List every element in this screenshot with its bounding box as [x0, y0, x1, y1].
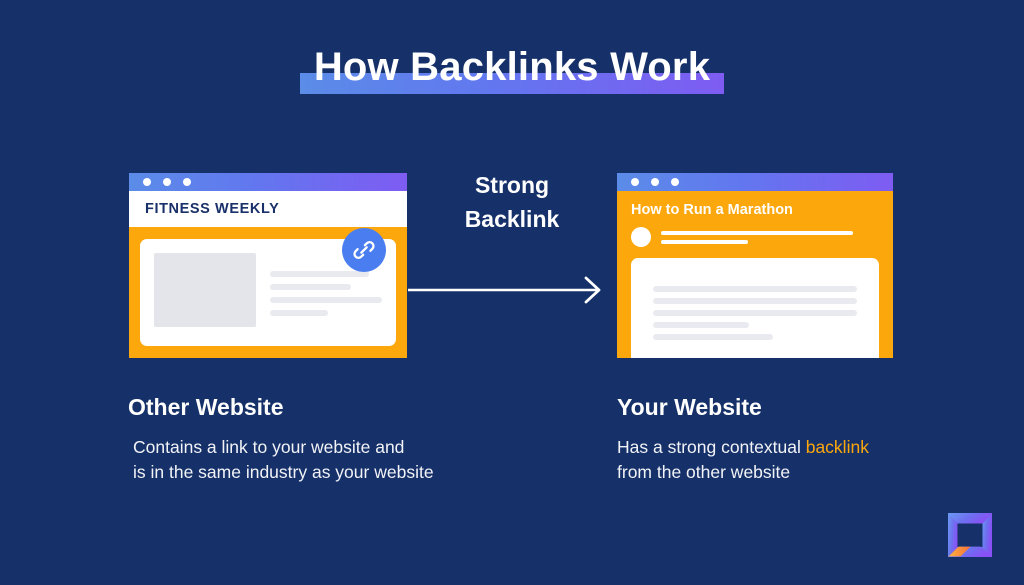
- connector-label: Strong Backlink: [412, 168, 612, 236]
- caption-title: Other Website: [128, 394, 284, 420]
- text-line: [653, 334, 774, 340]
- browser-window-other-website: FITNESS WEEKLY: [129, 173, 407, 358]
- window-body: How to Run a Marathon: [617, 191, 893, 358]
- caption-line-2: from the other website: [617, 462, 791, 482]
- caption-line-1: Contains a link to your website and: [133, 437, 405, 457]
- avatar: [631, 227, 651, 247]
- caption-body: Has a strong contextual backlink from th…: [617, 435, 987, 485]
- page-title-text: How Backlinks Work: [313, 45, 711, 89]
- window-dot-3: [183, 178, 191, 186]
- caption-your-website: Your Website Has a strong contextual bac…: [617, 394, 987, 485]
- connector-label-line2: Backlink: [464, 206, 560, 232]
- backlink-highlight: backlink: [805, 437, 869, 457]
- text-line: [653, 298, 857, 304]
- caption-other-website: Other Website Contains a link to your we…: [128, 394, 548, 485]
- image-placeholder: [154, 253, 256, 327]
- text-line: [661, 239, 749, 244]
- article-title: How to Run a Marathon: [631, 202, 793, 218]
- text-line: [270, 284, 351, 290]
- caption-line-1-prefix: Has a strong contextual: [617, 437, 806, 457]
- article-card: [140, 228, 396, 346]
- text-line: [661, 230, 853, 235]
- text-line: [270, 297, 382, 303]
- text-line: [270, 271, 369, 277]
- link-chain-icon: [342, 228, 386, 272]
- site-name-label: FITNESS WEEKLY: [145, 201, 280, 217]
- window-dot-3: [671, 178, 679, 186]
- site-header: FITNESS WEEKLY: [129, 191, 407, 227]
- caption-body: Contains a link to your website and is i…: [128, 435, 548, 485]
- window-dot-2: [651, 178, 659, 186]
- text-line: [653, 286, 857, 292]
- text-line: [653, 310, 857, 316]
- text-line: [653, 322, 749, 328]
- window-dot-1: [143, 178, 151, 186]
- connector-label-line1: Strong: [474, 172, 550, 198]
- window-body: [129, 227, 407, 358]
- window-titlebar: [129, 173, 407, 191]
- arrow-right-icon: [408, 270, 608, 310]
- window-dot-2: [163, 178, 171, 186]
- caption-line-1: Has a strong contextual backlink: [617, 435, 987, 460]
- byline: [631, 227, 879, 247]
- page-title: How Backlinks Work: [0, 40, 1024, 94]
- brand-logo: [946, 511, 994, 559]
- page-title-inner: How Backlinks Work: [299, 40, 725, 94]
- window-dot-1: [631, 178, 639, 186]
- browser-window-your-website: How to Run a Marathon: [617, 173, 893, 358]
- caption-line-2: is in the same industry as your website: [133, 462, 434, 482]
- infographic-canvas: How Backlinks Work FITNESS WEEKLY Strong…: [0, 0, 1024, 585]
- article-card: [631, 258, 879, 358]
- byline-placeholder-lines: [661, 230, 879, 244]
- caption-title: Your Website: [617, 394, 762, 420]
- window-titlebar: [617, 173, 893, 191]
- text-line: [270, 310, 329, 316]
